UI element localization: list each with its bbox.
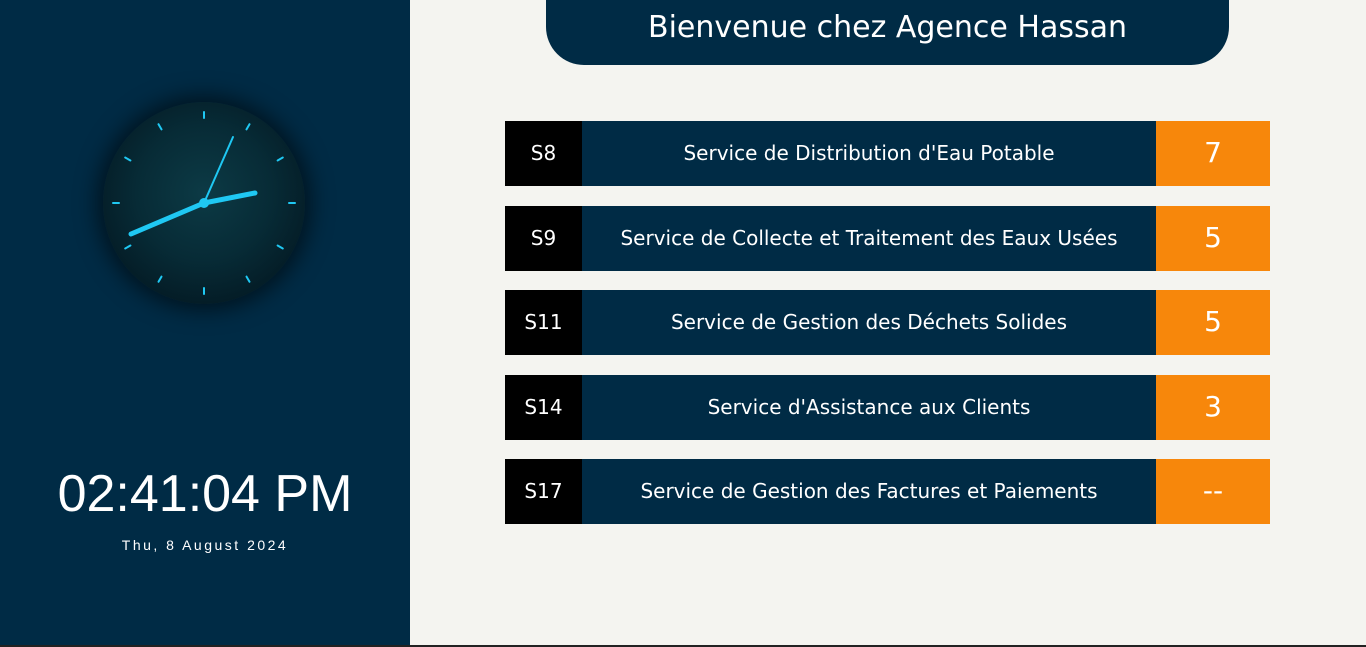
service-name: Service d'Assistance aux Clients bbox=[582, 375, 1156, 440]
clock-face bbox=[112, 111, 296, 295]
clock-center-pin bbox=[199, 198, 209, 208]
queue-count: 7 bbox=[1156, 121, 1270, 186]
clock-minute-hand bbox=[128, 200, 207, 237]
clock-hour-hand bbox=[201, 190, 258, 206]
service-code: S17 bbox=[505, 459, 582, 524]
service-code: S9 bbox=[505, 206, 582, 271]
service-row: S14 Service d'Assistance aux Clients 3 bbox=[505, 375, 1270, 440]
date-display: Thu, 8 August 2024 bbox=[121, 537, 289, 553]
service-code: S8 bbox=[505, 121, 582, 186]
queue-count: 5 bbox=[1156, 290, 1270, 355]
queue-count: 3 bbox=[1156, 375, 1270, 440]
welcome-banner: Bienvenue chez Agence Hassan bbox=[546, 0, 1229, 65]
service-name: Service de Distribution d'Eau Potable bbox=[582, 121, 1156, 186]
clock-sidebar: 02:41:04 PM Thu, 8 August 2024 bbox=[0, 0, 410, 645]
queue-count: 5 bbox=[1156, 206, 1270, 271]
service-name: Service de Gestion des Déchets Solides bbox=[582, 290, 1156, 355]
page-title: Bienvenue chez Agence Hassan bbox=[648, 10, 1127, 45]
service-code: S11 bbox=[505, 290, 582, 355]
analog-clock bbox=[103, 102, 305, 304]
service-code: S14 bbox=[505, 375, 582, 440]
digital-time: 02:41:04 PM bbox=[57, 465, 353, 523]
service-name: Service de Gestion des Factures et Paiem… bbox=[582, 459, 1156, 524]
service-row: S8 Service de Distribution d'Eau Potable… bbox=[505, 121, 1270, 186]
queue-count: -- bbox=[1156, 459, 1270, 524]
service-row: S11 Service de Gestion des Déchets Solid… bbox=[505, 290, 1270, 355]
service-name: Service de Collecte et Traitement des Ea… bbox=[582, 206, 1156, 271]
service-row: S9 Service de Collecte et Traitement des… bbox=[505, 206, 1270, 271]
service-row: S17 Service de Gestion des Factures et P… bbox=[505, 459, 1270, 524]
clock-second-hand bbox=[203, 136, 234, 204]
